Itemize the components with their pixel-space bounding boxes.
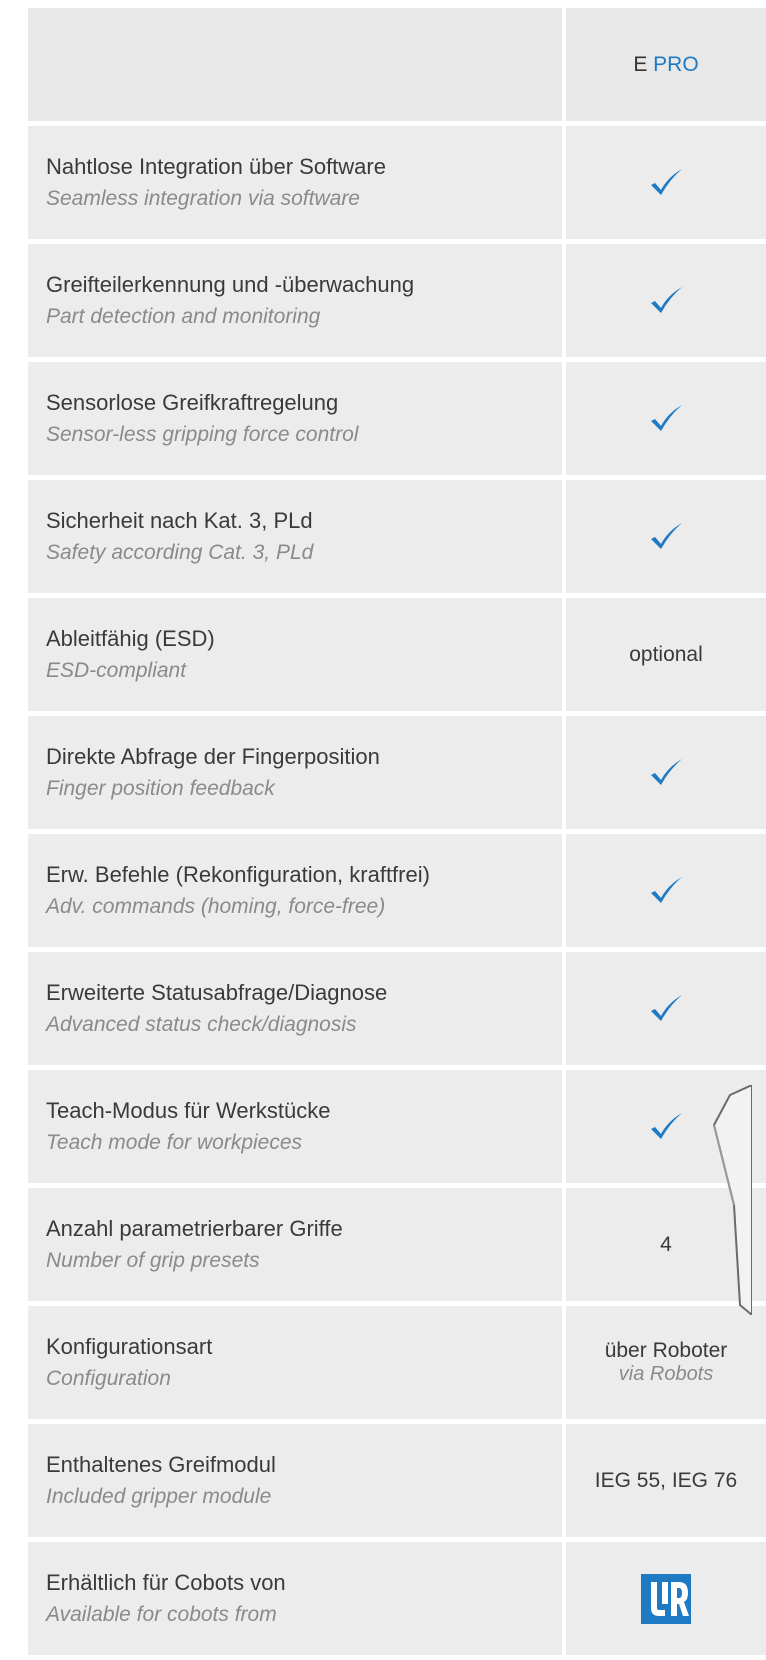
- feature-name-de: Erhältlich für Cobots von: [46, 1569, 286, 1595]
- table-header-row: E PRO: [28, 8, 766, 126]
- feature-name-en: Configuration: [46, 1366, 171, 1390]
- feature-value-cell: [566, 952, 766, 1065]
- feature-name-de: Teach-Modus für Werkstücke: [46, 1097, 331, 1123]
- feature-label-cell: Sicherheit nach Kat. 3, PLd Safety accord…: [28, 480, 562, 593]
- table-row: Erhältlich für Cobots von Available for c…: [28, 1542, 766, 1660]
- table-row: Direkte Abfrage der Fingerposition Finger…: [28, 716, 766, 834]
- feature-name-de: Konfigurationsart: [46, 1333, 213, 1359]
- feature-name-de: Sensorlose Greifkraftregelung: [46, 389, 339, 415]
- feature-label-cell: Direkte Abfrage der Fingerposition Finger…: [28, 716, 562, 829]
- feature-name-en: Advanced status check/diagnosis: [46, 1012, 357, 1036]
- feature-value-en: via Robots: [618, 1363, 714, 1385]
- feature-table: E PRO Nahtlose Integration über Software…: [28, 8, 766, 1660]
- product-name-e: E: [633, 52, 648, 76]
- feature-name-de: Nahtlose Integration über Software: [46, 153, 386, 179]
- universal-robots-logo-icon: [641, 1573, 691, 1624]
- feature-name-en: Included gripper module: [46, 1484, 272, 1508]
- feature-value-cell: [566, 834, 766, 947]
- check-icon: [651, 404, 682, 431]
- table-row: Anzahl parametrierbarer Griffe Number of …: [28, 1188, 766, 1306]
- gripper-image-fragment: [712, 1085, 752, 1315]
- table-row: Greifteilerkennung und -überwachung Part …: [28, 244, 766, 362]
- feature-value: optional: [629, 642, 703, 666]
- feature-label-cell: Konfigurationsart Configuration: [28, 1306, 562, 1419]
- table-row: Sensorlose Greifkraftregelung Sensor-less…: [28, 362, 766, 480]
- feature-label-cell: Erhältlich für Cobots von Available for c…: [28, 1542, 562, 1655]
- feature-value: IEG 55, IEG 76: [594, 1468, 738, 1492]
- feature-label-cell: Enthaltenes Greifmodul Included gripper m…: [28, 1424, 562, 1537]
- table-row: Konfigurationsart Configuration über Robot…: [28, 1306, 766, 1424]
- feature-name-en: ESD-compliant: [46, 658, 187, 682]
- feature-name-en: Safety according Cat. 3, PLd: [46, 540, 314, 564]
- table-row: Erw. Befehle (Rekonfiguration, kraftfrei…: [28, 834, 766, 952]
- feature-name-en: Finger position feedback: [46, 776, 275, 800]
- table-row: Ableitfähig (ESD) ESD-compliant optional: [28, 598, 766, 716]
- check-icon: [651, 758, 682, 785]
- product-name-pro: PRO: [653, 52, 699, 76]
- feature-name-en: Available for cobots from: [46, 1602, 277, 1626]
- feature-label-cell: Erweiterte Statusabfrage/Diagnose Advance…: [28, 952, 562, 1065]
- feature-name-de: Sicherheit nach Kat. 3, PLd: [46, 507, 313, 533]
- feature-name-de: Anzahl parametrierbarer Griffe: [46, 1215, 343, 1241]
- table-row: Enthaltenes Greifmodul Included gripper m…: [28, 1424, 766, 1542]
- feature-label-cell: Teach-Modus für Werkstücke Teach mode for…: [28, 1070, 562, 1183]
- feature-value-cell: [566, 1542, 766, 1655]
- feature-label-cell: Ableitfähig (ESD) ESD-compliant: [28, 598, 562, 711]
- table-row: Erweiterte Statusabfrage/Diagnose Advance…: [28, 952, 766, 1070]
- feature-name-de: Erw. Befehle (Rekonfiguration, kraftfrei…: [46, 861, 430, 887]
- feature-value: 4: [660, 1232, 672, 1256]
- check-icon: [651, 876, 682, 903]
- feature-label-cell: Anzahl parametrierbarer Griffe Number of …: [28, 1188, 562, 1301]
- table-row: Nahtlose Integration über Software Seamle…: [28, 126, 766, 244]
- feature-value-cell: IEG 55, IEG 76: [566, 1424, 766, 1537]
- table-body: Nahtlose Integration über Software Seamle…: [28, 126, 766, 1660]
- feature-name-de: Enthaltenes Greifmodul: [46, 1451, 276, 1477]
- feature-name-en: Adv. commands (homing, force-free): [46, 894, 386, 918]
- feature-name-de: Erweiterte Statusabfrage/Diagnose: [46, 979, 388, 1005]
- check-icon: [651, 168, 682, 195]
- header-product-cell: E PRO: [566, 8, 766, 121]
- feature-name-en: Part detection and monitoring: [46, 304, 321, 328]
- feature-value-cell: [566, 126, 766, 239]
- feature-name-de: Greifteilerkennung und -überwachung: [46, 271, 415, 297]
- feature-label-cell: Erw. Befehle (Rekonfiguration, kraftfrei…: [28, 834, 562, 947]
- feature-value: über Roboter: [604, 1339, 728, 1362]
- header-empty-cell: [28, 8, 562, 121]
- feature-name-de: Ableitfähig (ESD): [46, 625, 215, 651]
- check-icon: [651, 1112, 682, 1139]
- check-icon: [651, 522, 682, 549]
- feature-name-de: Direkte Abfrage der Fingerposition: [46, 743, 380, 769]
- feature-label-cell: Sensorlose Greifkraftregelung Sensor-less…: [28, 362, 562, 475]
- feature-name-en: Sensor-less gripping force control: [46, 422, 359, 446]
- table-row: Sicherheit nach Kat. 3, PLd Safety accord…: [28, 480, 766, 598]
- feature-label-cell: Greifteilerkennung und -überwachung Part …: [28, 244, 562, 357]
- feature-value-cell: [566, 244, 766, 357]
- feature-name-en: Number of grip presets: [46, 1248, 260, 1272]
- feature-label-cell: Nahtlose Integration über Software Seamle…: [28, 126, 562, 239]
- feature-value-cell: [566, 480, 766, 593]
- feature-value-cell: über Roboter via Robots: [566, 1306, 766, 1419]
- feature-value-cell: [566, 716, 766, 829]
- feature-value-cell: optional: [566, 598, 766, 711]
- check-icon: [651, 286, 682, 313]
- feature-name-en: Teach mode for workpieces: [46, 1130, 303, 1154]
- feature-value-cell: [566, 362, 766, 475]
- table-row: Teach-Modus für Werkstücke Teach mode for…: [28, 1070, 766, 1188]
- check-icon: [651, 994, 682, 1021]
- feature-name-en: Seamless integration via software: [46, 186, 360, 210]
